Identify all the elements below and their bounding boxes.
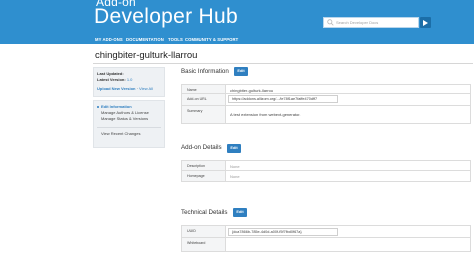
row-homepage: Homepage None: [181, 171, 471, 182]
search-input[interactable]: [336, 18, 418, 27]
version-status-box: Last Updated: Latest Version: 1.0 Upload…: [93, 67, 165, 97]
row-description: Description None: [181, 160, 471, 171]
nav-documentation[interactable]: DOCUMENTATION: [126, 36, 164, 44]
menu-manage-status[interactable]: Manage Status & Versions: [101, 116, 148, 121]
search-submit-button[interactable]: [420, 17, 431, 28]
row-label: UUID: [187, 229, 196, 233]
upload-new-version-link[interactable]: Upload New Version: [97, 86, 135, 91]
menu-edit-information[interactable]: Edit Information: [101, 104, 132, 109]
uuid-field[interactable]: {dca7866b-785e-4d0d-a00f-f5f7fbd0f67a}: [228, 228, 338, 236]
addon-details-heading: Add-on Details: [181, 144, 222, 151]
main-nav: MY ADD-ONS DOCUMENTATION TOOLS COMMUNITY…: [0, 36, 474, 44]
nav-my-addons[interactable]: MY ADD-ONS: [95, 36, 123, 44]
row-label: Name: [187, 88, 197, 92]
addon-url-value: https://addons.allizom.org/.../le78f1ae7…: [232, 97, 318, 101]
row-label: Description: [187, 164, 205, 168]
menu-view-recent-changes[interactable]: View Recent Changes: [101, 131, 141, 136]
search-icon: [327, 19, 334, 26]
row-uuid: UUID {dca7866b-785e-4d0d-a00f-f5f7fbd0f6…: [181, 225, 471, 238]
uuid-value: {dca7866b-785e-4d0d-a00f-f5f7fbd0f67a}: [232, 230, 302, 234]
row-name: Name chingbiter-gulturk-llarrou: [181, 84, 471, 94]
name-value: chingbiter-gulturk-llarrou: [230, 88, 274, 93]
summary-value: A test extension from webext-generator.: [230, 112, 301, 117]
active-bullet-icon: [97, 106, 99, 108]
row-label: Homepage: [187, 174, 205, 178]
last-updated: Last Updated:: [97, 71, 124, 76]
last-updated-label: Last Updated:: [97, 71, 124, 76]
latest-version-label: Latest Version:: [97, 77, 126, 82]
homepage-value: None: [230, 174, 240, 179]
site-header: Add-on Developer Hub MY ADD-ONS DOCUMENT…: [0, 0, 474, 44]
row-addon-url: Add-on URL https://addons.allizom.org/..…: [181, 94, 471, 106]
latest-version: Latest Version: 1.0: [97, 77, 132, 82]
addon-url-field[interactable]: https://addons.allizom.org/.../le78f1ae7…: [228, 95, 338, 103]
menu-divider: [97, 127, 161, 128]
brand-title[interactable]: Developer Hub: [94, 5, 238, 29]
row-label: Add-on URL: [187, 97, 207, 101]
row-whiteboard: Whiteboard: [181, 238, 471, 252]
row-summary: Summary A test extension from webext-gen…: [181, 106, 471, 124]
menu-manage-authors[interactable]: Manage Authors & License: [101, 110, 149, 115]
basic-info-edit-button[interactable]: Edit: [234, 67, 248, 76]
nav-tools[interactable]: TOOLS: [168, 36, 183, 44]
addon-details-edit-button[interactable]: Edit: [227, 144, 241, 153]
sidebar-menu: Edit Information Manage Authors & Licens…: [93, 100, 165, 148]
page-title: chingbiter-gulturk-llarrou: [95, 50, 198, 61]
row-label: Summary: [187, 109, 203, 113]
search-box[interactable]: [323, 17, 419, 28]
description-value: None: [230, 164, 240, 169]
row-label: Whiteboard: [187, 241, 206, 245]
technical-details-heading: Technical Details: [181, 209, 228, 216]
view-all-link[interactable]: View All: [139, 86, 153, 91]
technical-details-edit-button[interactable]: Edit: [233, 208, 247, 217]
upload-row: Upload New Version · View All: [97, 86, 153, 91]
basic-info-heading: Basic Information: [181, 68, 229, 75]
title-divider: [93, 63, 473, 64]
nav-community-support[interactable]: COMMUNITY & SUPPORT: [185, 36, 238, 44]
latest-version-link[interactable]: 1.0: [127, 77, 133, 82]
